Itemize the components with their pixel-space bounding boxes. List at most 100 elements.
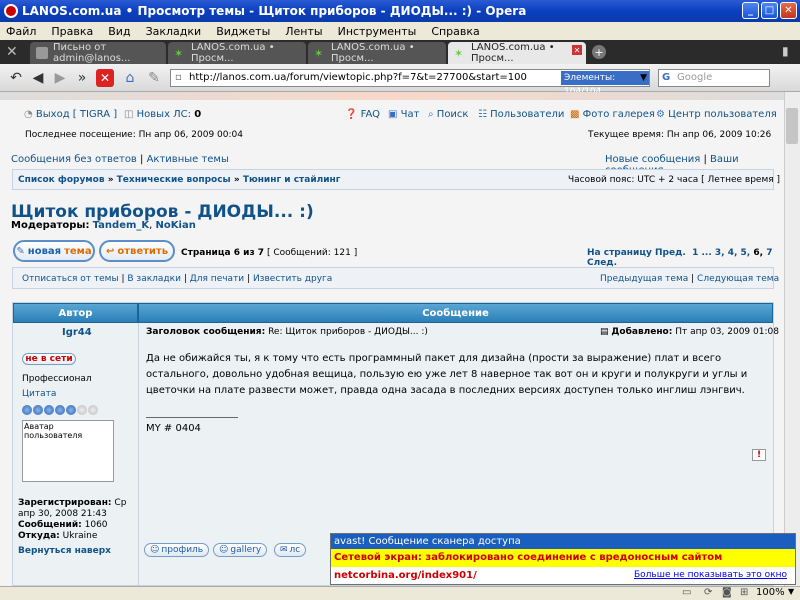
new-posts-link[interactable]: Новые сообщения	[605, 154, 700, 165]
gallery-button-icon: ☺	[219, 545, 229, 555]
logout-link[interactable]: ◔ Выход [ TIGRA ]	[24, 109, 117, 120]
gallery-button[interactable]: ☺ gallery	[213, 543, 268, 557]
faq-link[interactable]: ❓ FAQ	[345, 109, 380, 120]
rating-star-icon	[44, 405, 54, 415]
home-button[interactable]: ⌂	[120, 68, 140, 88]
avast-notification: avast! Сообщение сканера доступа Сетевой…	[330, 533, 796, 585]
minimize-button[interactable]: _	[742, 2, 759, 19]
address-input[interactable]: ▫ http://lanos.com.ua/forum/viewtopic.ph…	[170, 69, 650, 97]
next-topic-link[interactable]: Следующая тема	[697, 274, 779, 284]
rating-star-icon	[88, 405, 98, 415]
page-link-4[interactable]: 4,	[728, 248, 738, 258]
members-link[interactable]: ☷ Пользователи	[478, 109, 564, 120]
unsubscribe-link[interactable]: Отписаться от темы	[22, 274, 119, 284]
window-titlebar: LANOS.com.ua • Просмотр темы - Щиток при…	[0, 0, 800, 22]
profile-button[interactable]: ☺ профиль	[144, 543, 210, 557]
tab-lanos-active[interactable]: ✶ LANOS.com.ua • Просм... ✕	[448, 42, 586, 64]
pagination: На страницу Пред. 1 ... 3, 4, 5, 6, 7 Сл…	[587, 248, 773, 268]
forward-button[interactable]: ▶	[50, 68, 70, 88]
fast-forward-button[interactable]: »	[72, 68, 92, 88]
pm-button[interactable]: ✉ лс	[274, 543, 307, 557]
report-post-icon[interactable]: !	[752, 449, 766, 461]
elements-counter: Элементы: 104/104	[561, 71, 649, 97]
last-visit-text: Последнее посещение: Пн апр 06, 2009 00:…	[25, 130, 243, 140]
breadcrumb-tuning[interactable]: Тюнинг и стайлинг	[243, 175, 341, 185]
timezone-text: Часовой пояс: UTC + 2 часа [ Летнее врем…	[568, 175, 781, 185]
email-friend-link[interactable]: Известить друга	[253, 274, 332, 284]
breadcrumb-forums[interactable]: Список форумов	[18, 175, 105, 185]
ucp-icon: ⚙	[656, 109, 665, 120]
search-icon: ⌕	[428, 109, 434, 120]
tab-menu-icon[interactable]: ▮	[782, 44, 789, 58]
maximize-button[interactable]: □	[761, 2, 778, 19]
active-topics-link[interactable]: Активные темы	[147, 154, 229, 165]
post-author[interactable]: Igr44	[62, 327, 92, 338]
panel-toggle-icon[interactable]: ↶	[6, 68, 26, 88]
prev-page-link[interactable]: Пред.	[655, 248, 686, 258]
tab-lanos-2[interactable]: ✶ LANOS.com.ua • Просм...	[308, 42, 446, 64]
tab-lanos-1[interactable]: ✶ LANOS.com.ua • Просм...	[168, 42, 306, 64]
ucp-link[interactable]: ⚙ Центр пользователя	[656, 109, 777, 120]
bookmark-link[interactable]: В закладки	[127, 274, 181, 284]
print-link[interactable]: Для печати	[190, 274, 244, 284]
post-body: Да не обижайся ты, я к тому что есть про…	[146, 353, 748, 396]
search-input[interactable]: G Google	[658, 69, 770, 87]
back-to-top-link[interactable]: Вернуться наверх	[18, 546, 111, 556]
url-text: http://lanos.com.ua/forum/viewtopic.php?…	[189, 72, 527, 83]
chat-link[interactable]: ▣ Чат	[388, 109, 419, 120]
panel-icon[interactable]: ▭	[682, 587, 691, 598]
menu-widgets[interactable]: Виджеты	[216, 25, 270, 38]
window-title: LANOS.com.ua • Просмотр темы - Щиток при…	[22, 4, 527, 18]
menu-view[interactable]: Вид	[108, 25, 130, 38]
sync-icon[interactable]: ⟳	[704, 587, 712, 598]
online-status-badge: не в сети	[22, 353, 76, 365]
tab-mail[interactable]: Письно от admin@lanos...	[30, 42, 166, 64]
edit-icon[interactable]: ✎	[144, 68, 164, 88]
navigation-toolbar: ↶ ◀ ▶ » ✕ ⌂ ✎ ▫ http://lanos.com.ua/foru…	[0, 64, 800, 97]
gallery-link[interactable]: ▩ Фото галерея	[570, 109, 655, 120]
new-topic-button[interactable]: ✎ новая тема	[13, 240, 95, 262]
google-icon: G	[662, 72, 671, 83]
breadcrumb-tech[interactable]: Технические вопросы	[117, 175, 231, 185]
menu-help[interactable]: Справка	[431, 25, 479, 38]
rating-star-icon	[22, 405, 32, 415]
view-icon[interactable]: ⊞	[740, 587, 748, 598]
search-link[interactable]: ⌕ Поиск	[428, 109, 468, 120]
page-link-5[interactable]: 5,	[741, 248, 751, 258]
close-window-button[interactable]: ✕	[780, 2, 797, 19]
new-tab-button[interactable]: +	[592, 45, 606, 59]
vertical-scrollbar[interactable]	[784, 92, 800, 586]
menu-edit[interactable]: Правка	[51, 25, 93, 38]
page-link-3[interactable]: 3,	[715, 248, 725, 258]
unanswered-link[interactable]: Сообщения без ответов	[11, 154, 137, 165]
menu-bookmarks[interactable]: Закладки	[146, 25, 202, 38]
menu-feeds[interactable]: Ленты	[285, 25, 322, 38]
user-rank: Профессионал	[22, 374, 92, 384]
topic-title[interactable]: Щиток приборов - ДИОДЫ... :)	[11, 202, 314, 222]
post-subject: Re: Щиток приборов - ДИОДЫ... :)	[268, 327, 428, 337]
post-icon: ▤	[600, 327, 609, 337]
close-tab-icon[interactable]: ✕	[572, 45, 582, 55]
menu-file[interactable]: Файл	[6, 25, 36, 38]
rating-star-icon	[77, 405, 87, 415]
pm-icon: ◫	[124, 109, 137, 120]
stop-button[interactable]: ✕	[96, 69, 114, 87]
quote-link[interactable]: Цитата	[22, 389, 56, 399]
zoom-dropdown-icon[interactable]: ▼	[788, 587, 794, 596]
user-info: Зарегистрирован: Ср апр 30, 2008 21:43 С…	[18, 498, 127, 541]
camera-icon[interactable]: ◙	[722, 587, 732, 598]
tools-icon[interactable]: ✕	[6, 44, 18, 60]
moderator-link[interactable]: Tandem_K	[93, 220, 150, 231]
reply-button[interactable]: ↩ ответить	[99, 240, 175, 262]
page-content: ◔ Выход [ TIGRA ] ◫ Новых ЛС: 0 ❓ FAQ ▣ …	[0, 92, 784, 586]
moderator-link[interactable]: NoKian	[156, 220, 196, 231]
dropdown-arrow-icon[interactable]: ▼	[640, 70, 647, 86]
prev-topic-link[interactable]: Предыдущая тема	[600, 274, 688, 284]
scrollbar-thumb[interactable]	[786, 108, 798, 144]
zoom-level[interactable]: 100%	[756, 587, 785, 598]
page-link-1[interactable]: 1	[692, 248, 698, 258]
back-button[interactable]: ◀	[28, 68, 48, 88]
menu-tools[interactable]: Инструменты	[338, 25, 417, 38]
page-link-7[interactable]: 7	[766, 248, 772, 258]
new-pm-link[interactable]: ◫ Новых ЛС: 0	[124, 109, 201, 120]
